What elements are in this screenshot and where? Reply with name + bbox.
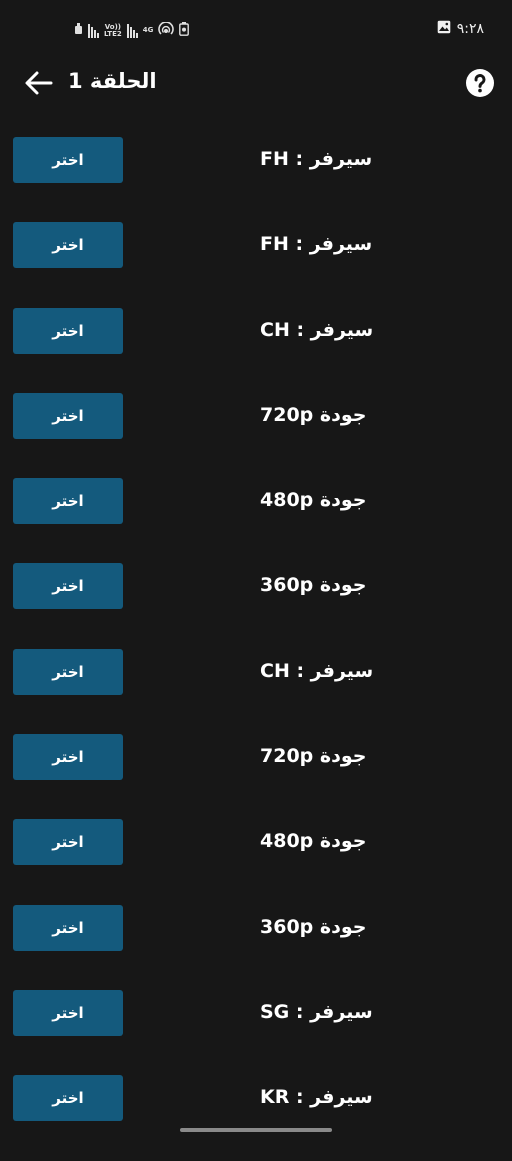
server-row: اختر سيرفر : CH	[0, 307, 512, 393]
select-button[interactable]: اختر	[13, 478, 123, 525]
server-row: اختر جودة 360p	[0, 904, 512, 990]
server-label: سيرفر : CH	[260, 659, 374, 682]
server-label: جودة 720p	[260, 403, 367, 426]
battery-saver-icon	[179, 22, 190, 39]
network-type: 4G	[142, 26, 154, 34]
server-row: اختر جودة 360p	[0, 563, 512, 648]
select-button[interactable]: اختر	[13, 989, 123, 1036]
notification-icon	[74, 23, 83, 38]
select-button[interactable]: اختر	[13, 392, 123, 439]
select-button[interactable]: اختر	[13, 222, 123, 269]
home-indicator[interactable]	[180, 1128, 332, 1132]
status-bar: Vo)) LTE2 4G ٩:٢٨	[0, 0, 512, 60]
page-title: الحلقة 1	[68, 69, 157, 93]
server-label: سيرفر : FH	[260, 233, 373, 256]
server-list: اختر سيرفر : FH اختر سيرفر : FH اختر سير…	[0, 137, 512, 1161]
server-label: جودة 480p	[260, 830, 367, 853]
server-label: جودة 720p	[260, 745, 367, 768]
server-label: جودة 360p	[260, 574, 367, 597]
app-bar: الحلقة 1	[0, 60, 512, 106]
status-icons-left: Vo)) LTE2 4G	[74, 21, 190, 39]
select-button[interactable]: اختر	[13, 734, 123, 781]
clock: ٩:٢٨	[456, 21, 484, 37]
select-button[interactable]: اختر	[13, 819, 123, 866]
signal-icon	[88, 23, 99, 38]
server-row: اختر سيرفر : FH	[0, 137, 512, 222]
server-row: اختر جودة 480p	[0, 819, 512, 904]
select-button[interactable]: اختر	[13, 137, 123, 183]
server-row: اختر سيرفر : FH	[0, 222, 512, 307]
select-button[interactable]: اختر	[13, 1075, 123, 1122]
gallery-icon	[437, 20, 451, 38]
server-label: جودة 360p	[260, 915, 367, 938]
server-row: اختر سيرفر : KR	[0, 1075, 512, 1160]
signal-icon-2	[126, 23, 138, 38]
server-row: اختر جودة 720p	[0, 734, 512, 819]
server-label: سيرفر : FH	[260, 148, 373, 170]
server-label: سيرفر : SG	[260, 1000, 373, 1023]
server-label: سيرفر : CH	[260, 318, 374, 341]
server-row: اختر سيرفر : SG	[0, 989, 512, 1075]
select-button[interactable]: اختر	[13, 563, 123, 610]
select-button[interactable]: اختر	[13, 904, 123, 951]
arrow-left-icon[interactable]	[24, 70, 54, 96]
server-label: سيرفر : KR	[260, 1086, 373, 1109]
lte-indicator: Vo)) LTE2	[104, 22, 122, 38]
server-label: جودة 480p	[260, 489, 367, 512]
help-circle-icon[interactable]	[466, 69, 494, 97]
status-icons-right: ٩:٢٨	[437, 20, 484, 38]
server-row: اختر جودة 720p	[0, 392, 512, 478]
server-row: اختر جودة 480p	[0, 478, 512, 563]
hotspot-icon	[158, 21, 175, 39]
select-button[interactable]: اختر	[13, 648, 123, 695]
select-button[interactable]: اختر	[13, 307, 123, 354]
server-row: اختر سيرفر : CH	[0, 648, 512, 734]
